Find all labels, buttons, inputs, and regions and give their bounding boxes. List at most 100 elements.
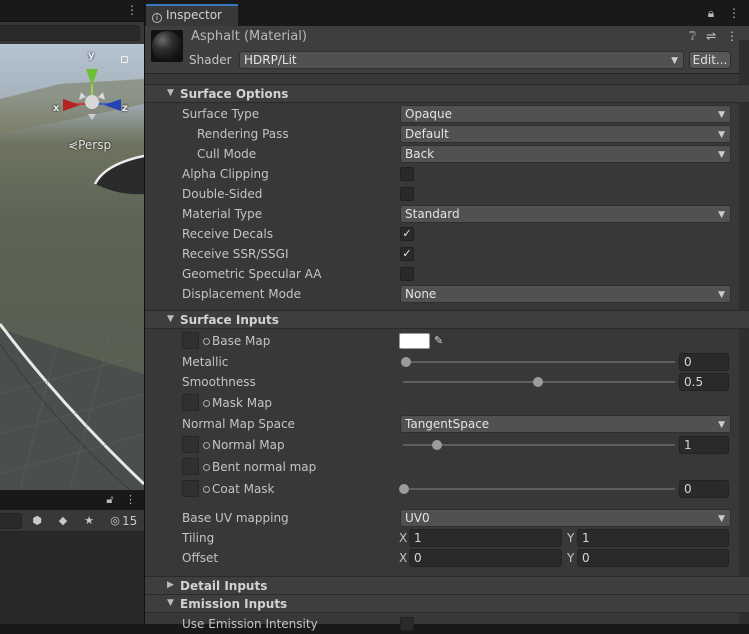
texture-picker-icon[interactable] (203, 464, 210, 471)
base-map-texture-slot[interactable] (182, 332, 199, 349)
row-material-type: Material Type Standard ▼ (145, 204, 749, 224)
field-label: Displacement Mode (182, 287, 302, 301)
field-label: Metallic (182, 355, 229, 369)
shader-dropdown[interactable]: HDRP/Lit ▼ (239, 51, 684, 69)
displacement-mode-dropdown[interactable]: None ▼ (400, 285, 731, 303)
material-type-dropdown[interactable]: Standard ▼ (400, 205, 731, 223)
cull-mode-dropdown[interactable]: Back ▼ (400, 145, 731, 163)
hierarchy-tab-header: 🔓︎ ⋮ (0, 490, 144, 510)
offset-x-axis-label: X (399, 551, 408, 565)
gizmo-z-label: z (122, 103, 128, 114)
offset-x-field[interactable]: 0 (409, 549, 562, 567)
alpha-clipping-checkbox[interactable] (400, 167, 414, 181)
base-color-swatch[interactable] (399, 333, 430, 349)
coat-mask-slider-track[interactable] (403, 488, 675, 490)
edit-shader-button[interactable]: Edit... (689, 51, 731, 69)
perspective-toggle[interactable]: ⋞Persp (68, 138, 111, 152)
lower-menu-icon[interactable]: ⋮ (125, 493, 136, 506)
dropdown-value: None (405, 287, 437, 301)
foldout-collapsed-icon: ▶ (167, 580, 174, 590)
label-tag-icon[interactable]: ◆ (54, 513, 72, 529)
bent-normal-map-texture-slot[interactable] (182, 458, 199, 475)
use-emission-intensity-checkbox[interactable] (400, 617, 414, 631)
scene-tab-header: ⋮ (0, 0, 144, 22)
normal-scale-slider-thumb[interactable] (432, 440, 442, 450)
texture-picker-icon[interactable] (203, 486, 210, 493)
section-surface-options[interactable]: ▼ Surface Options (145, 84, 749, 103)
chevron-down-icon: ▼ (718, 514, 725, 524)
field-label: Surface Type (182, 107, 260, 121)
surface-type-dropdown[interactable]: Opaque ▼ (400, 105, 731, 123)
field-label: Cull Mode (197, 147, 257, 161)
smoothness-slider-thumb[interactable] (533, 377, 543, 387)
receive-decals-checkbox[interactable]: ✓ (400, 227, 414, 241)
material-menu-icon[interactable]: ⋮ (726, 29, 738, 43)
scene-toolbar (0, 22, 144, 44)
scene-menu-icon[interactable]: ⋮ (126, 3, 138, 17)
presets-icon[interactable]: ⇌ (706, 29, 716, 43)
geometric-specular-aa-checkbox[interactable] (400, 267, 414, 281)
lock-icon[interactable]: 🔓︎ (106, 493, 113, 506)
field-label: Receive Decals (182, 227, 273, 241)
row-surface-type: Surface Type Opaque ▼ (145, 104, 749, 124)
eyedropper-icon[interactable]: ✎ (434, 334, 443, 347)
row-geometric-specular-aa: Geometric Specular AA (145, 264, 749, 284)
field-label: Base UV mapping (182, 511, 289, 525)
coat-mask-texture-slot[interactable] (182, 480, 199, 497)
inspector-panel: i Inspector 🔒︎ ⋮ Asphalt (Material) ❔︎ ⇌ … (144, 0, 749, 631)
metallic-value-field[interactable]: 0 (679, 353, 729, 371)
section-surface-inputs[interactable]: ▼ Surface Inputs (145, 310, 749, 329)
row-offset: Offset X 0 Y 0 (145, 548, 749, 568)
normal-map-space-dropdown[interactable]: TangentSpace ▼ (400, 415, 731, 433)
normal-scale-value-field[interactable]: 1 (679, 436, 729, 454)
tab-menu-icon[interactable]: ⋮ (728, 6, 740, 20)
receive-ssr-checkbox[interactable]: ✓ (400, 247, 414, 261)
dropdown-value: Standard (405, 207, 460, 221)
metallic-slider-track[interactable] (403, 361, 675, 363)
normal-map-texture-slot[interactable] (182, 436, 199, 453)
checkmark-icon: ✓ (402, 227, 412, 240)
smoothness-value-field[interactable]: 0.5 (679, 373, 729, 391)
tiling-x-axis-label: X (399, 531, 408, 545)
base-uv-mapping-dropdown[interactable]: UV0 ▼ (400, 509, 731, 527)
tiling-y-field[interactable]: 1 (577, 529, 729, 547)
scene-visibility-icon[interactable]: ⬢ (28, 513, 46, 529)
row-receive-ssr: Receive SSR/SSGI ✓ (145, 244, 749, 264)
inspector-body: ▼ Surface Options Surface Type Opaque ▼ … (145, 75, 749, 631)
tiling-y-axis-label: Y (567, 531, 575, 545)
scene-toolbar-field[interactable] (0, 25, 140, 41)
dropdown-value: Default (405, 127, 449, 141)
rendering-pass-dropdown[interactable]: Default ▼ (400, 125, 731, 143)
field-label: Offset (182, 551, 219, 565)
mask-map-texture-slot[interactable] (182, 394, 199, 411)
offset-y-field[interactable]: 0 (577, 549, 729, 567)
tiling-x-field[interactable]: 1 (409, 529, 562, 547)
texture-picker-icon[interactable] (203, 442, 210, 449)
scene-viewport[interactable]: y x z ⋞Persp (0, 44, 144, 490)
field-label: Base Map (212, 334, 271, 348)
checkmark-icon: ✓ (402, 247, 412, 260)
chevron-down-icon: ▼ (718, 150, 725, 160)
help-icon[interactable]: ❔︎ (689, 29, 696, 43)
metallic-slider-thumb[interactable] (401, 357, 411, 367)
texture-picker-icon[interactable] (203, 338, 210, 345)
coat-mask-slider-thumb[interactable] (399, 484, 409, 494)
texture-picker-icon[interactable] (203, 400, 210, 407)
material-header: Asphalt (Material) ❔︎ ⇌ ⋮ Shader HDRP/Li… (145, 26, 749, 74)
lower-search-field[interactable] (0, 513, 22, 529)
section-detail-inputs[interactable]: ▶ Detail Inputs (145, 576, 749, 595)
field-label: Mask Map (212, 396, 273, 410)
dropdown-value: UV0 (405, 511, 430, 525)
field-label: Geometric Specular AA (182, 267, 322, 281)
gizmo-lock-icon[interactable] (121, 56, 128, 63)
tab-inspector[interactable]: i Inspector (146, 4, 238, 26)
field-label: Double-Sided (182, 187, 263, 201)
shader-value: HDRP/Lit (244, 53, 297, 67)
row-coat-mask: Coat Mask 0 (145, 479, 749, 499)
double-sided-checkbox[interactable] (400, 187, 414, 201)
lock-icon[interactable]: 🔒︎ (708, 6, 714, 20)
section-emission-inputs[interactable]: ▼ Emission Inputs (145, 594, 749, 613)
normal-scale-slider-track[interactable] (403, 444, 675, 446)
coat-mask-value-field[interactable]: 0 (679, 480, 729, 498)
favorite-star-icon[interactable]: ★ (80, 513, 98, 529)
